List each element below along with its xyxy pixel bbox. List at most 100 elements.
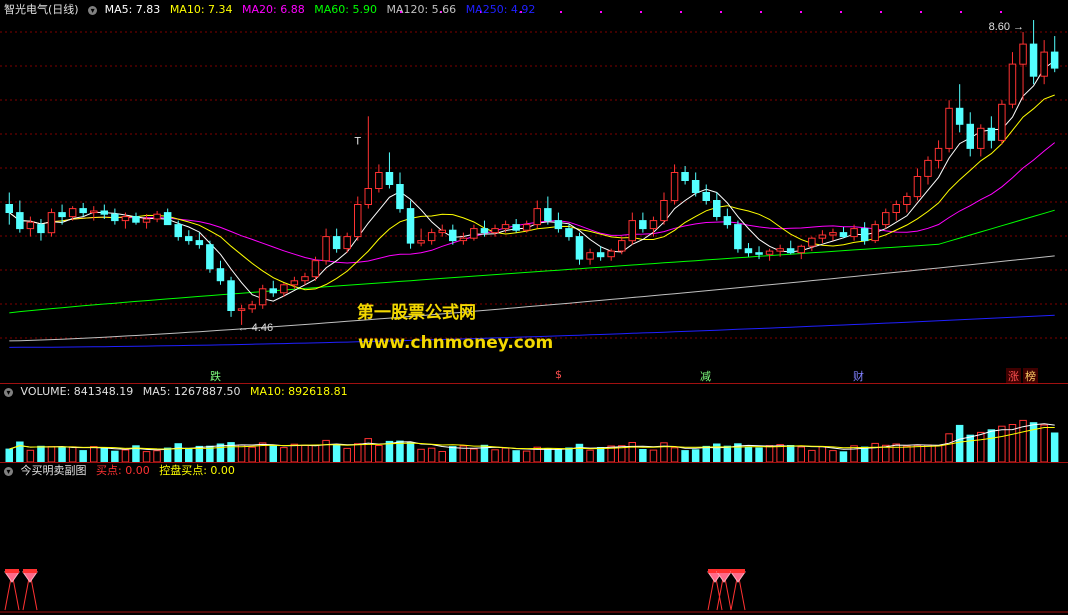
candle-up xyxy=(607,250,615,258)
volume-bar-down xyxy=(332,444,341,462)
candle-up xyxy=(142,218,151,223)
top-marker xyxy=(560,11,562,13)
candle-up xyxy=(586,252,594,260)
volume-bar-up xyxy=(670,447,679,462)
price-pane[interactable]: 智光电气(日线) ▾ MA5: 7.83 MA10: 7.34 MA20: 6.… xyxy=(0,0,1068,383)
event-tag-drop[interactable]: 跌 xyxy=(208,368,223,383)
candle-down xyxy=(691,180,700,193)
candle-down xyxy=(132,216,140,223)
volume-bar-down xyxy=(955,424,964,462)
volume-bar-down xyxy=(860,446,869,462)
candle-down xyxy=(5,204,13,213)
event-tag-rank[interactable]: 榜 xyxy=(1023,368,1038,383)
volume-bar-down xyxy=(16,441,24,462)
volume-bar-down xyxy=(1029,422,1038,462)
candle-down xyxy=(1050,51,1059,69)
candle-down xyxy=(480,228,489,234)
candle-up xyxy=(417,240,425,244)
volume-bar-down xyxy=(691,449,700,462)
volume-bar-up xyxy=(998,425,1006,462)
candle-down xyxy=(755,252,763,255)
volume-bar-up xyxy=(290,443,299,462)
volume-bar-up xyxy=(237,444,246,462)
collapse-icon[interactable]: ▾ xyxy=(4,467,13,476)
event-tag-reduce[interactable]: 减 xyxy=(698,368,713,383)
volume-bar-down xyxy=(174,443,182,462)
volume-bar-down xyxy=(723,445,732,462)
volume-legend: ▾ VOLUME: 841348.19 MA5: 1267887.50 MA10… xyxy=(4,383,354,401)
candle-down xyxy=(639,220,647,230)
candle-down xyxy=(79,208,87,214)
watermark-title: 第一股票公式网 xyxy=(357,303,476,323)
collapse-icon[interactable]: ▾ xyxy=(88,6,98,15)
candle-down xyxy=(216,268,225,282)
candle-down xyxy=(575,236,584,260)
indicator-pane[interactable]: ▾ 今买明卖副图 买点: 0.00 控盘买点: 0.00 xyxy=(0,462,1068,615)
buy-signal-marker xyxy=(4,569,20,611)
volume-bar-up xyxy=(142,451,151,462)
ma20-label: MA20: 6.88 xyxy=(242,3,305,16)
candle-down xyxy=(385,172,394,185)
candle-down xyxy=(185,236,193,242)
volume-bar-down xyxy=(111,450,119,462)
event-tag-dollar[interactable]: $ xyxy=(553,368,564,381)
volume-bar-up xyxy=(628,442,636,462)
candle-down xyxy=(734,224,742,250)
volume-bar-up xyxy=(850,445,858,462)
ma120-line xyxy=(9,255,1055,342)
candle-up xyxy=(438,229,446,234)
candle-down xyxy=(744,248,753,254)
candle-up xyxy=(290,280,299,286)
volume-pane[interactable]: ▾ VOLUME: 841348.19 MA5: 1267887.50 MA10… xyxy=(0,383,1068,462)
volume-bar-down xyxy=(449,446,457,462)
top-marker xyxy=(800,11,802,13)
volume-ma10-label: MA10: 892618.81 xyxy=(249,385,348,398)
candle-down xyxy=(702,192,710,201)
volume-bar-up xyxy=(301,444,309,462)
price-chart[interactable]: 8.60 → ← 4.46 T xyxy=(0,0,1068,383)
volume-bar-up xyxy=(47,446,56,462)
volume-bar-up xyxy=(322,439,330,462)
candle-up xyxy=(491,228,499,234)
volume-bar-up xyxy=(934,445,943,462)
candle-up xyxy=(903,196,911,205)
volume-bar-up xyxy=(913,444,922,462)
event-tag-finance[interactable]: 财 xyxy=(851,368,866,383)
volume-bar-down xyxy=(554,448,563,462)
volume-bar-down xyxy=(100,447,108,462)
candle-down xyxy=(839,232,848,238)
volume-bar-down xyxy=(216,443,225,462)
candle-down xyxy=(955,107,964,125)
candle-up xyxy=(765,250,774,255)
indicator-chart[interactable] xyxy=(0,462,1068,615)
candle-down xyxy=(565,228,573,238)
candle-down xyxy=(681,172,689,181)
candle-up xyxy=(501,224,510,230)
collapse-icon[interactable]: ▾ xyxy=(4,388,13,397)
top-marker xyxy=(640,11,642,13)
low-price-label: ← 4.46 xyxy=(238,322,273,334)
volume-bar-down xyxy=(755,447,763,462)
volume-bar-up xyxy=(26,449,35,462)
candle-down xyxy=(37,224,45,234)
candle-up xyxy=(1040,51,1048,77)
candle-up xyxy=(26,221,35,230)
event-tag-rise[interactable]: 涨 xyxy=(1006,368,1021,383)
candle-up xyxy=(818,234,827,239)
candle-up xyxy=(934,147,943,161)
candle-up xyxy=(670,172,679,202)
candle-down xyxy=(723,216,732,226)
candle-up xyxy=(618,240,626,252)
volume-bar-down xyxy=(596,447,605,462)
volume-bar-up xyxy=(501,447,510,462)
ma20-line xyxy=(8,142,1056,264)
volume-bar-up xyxy=(121,449,130,462)
volume-bar-up xyxy=(364,438,372,462)
candle-up xyxy=(375,172,383,189)
volume-bar-down xyxy=(565,447,573,462)
candle-up xyxy=(354,204,362,238)
volume-bar-up xyxy=(765,445,774,462)
candle-up xyxy=(322,236,330,262)
candle-down xyxy=(406,208,415,244)
candle-up xyxy=(237,308,246,311)
